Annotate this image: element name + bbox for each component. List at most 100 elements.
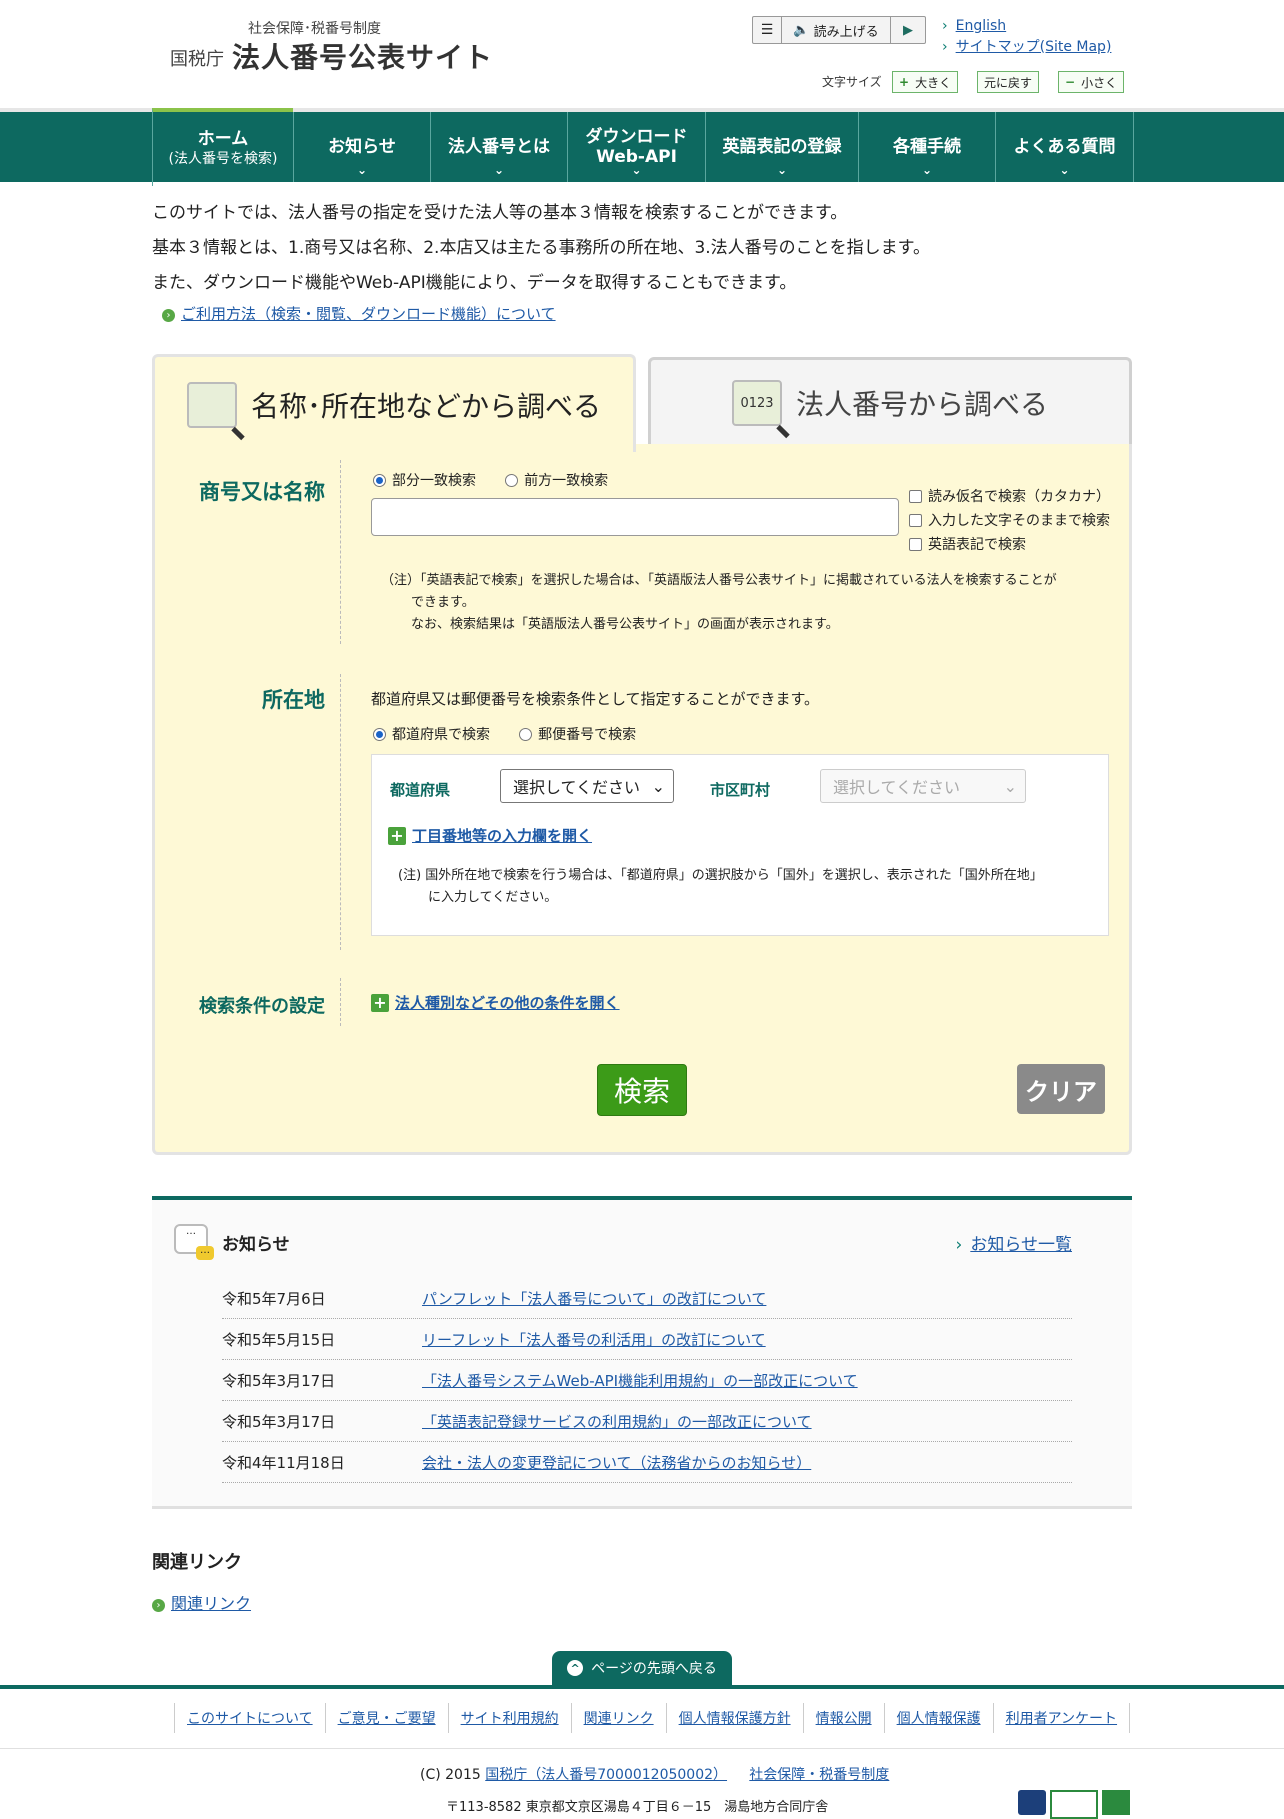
related-link-row: › 関連リンク xyxy=(152,1590,251,1614)
radio-label: 都道府県で検索 xyxy=(392,727,490,743)
radio-dot xyxy=(373,727,386,741)
prefecture-select[interactable]: 選択してください ⌄ xyxy=(500,769,674,803)
kana-checkbox[interactable]: 読み仮名で検索（カタカナ） xyxy=(909,484,1110,508)
nav-download[interactable]: ダウンロード Web-API ⌄ xyxy=(567,112,705,182)
news-link[interactable]: 「法人番号システムWeb-API機能利用規約」の一部改正について xyxy=(422,1370,858,1391)
chevron-down-icon: ⌄ xyxy=(631,163,642,177)
nav-faq[interactable]: よくある質問 ⌄ xyxy=(995,112,1134,182)
prefix-match-radio[interactable]: 前方一致検索 xyxy=(505,470,608,490)
radio-label: 前方一致検索 xyxy=(524,473,609,489)
footer-link-survey[interactable]: 利用者アンケート xyxy=(1006,1708,1117,1728)
tab-corporate-number-label: 法人番号から調べる xyxy=(795,388,1048,421)
footer-separator xyxy=(0,1748,1284,1749)
tab-name-address-label: 名称･所在地などから調べる xyxy=(250,389,601,423)
play-icon[interactable]: ▶ xyxy=(891,17,925,43)
nta-link[interactable]: 国税庁（法人番号7000012050002） xyxy=(485,1767,727,1783)
nav-english[interactable]: 英語表記の登録 ⌄ xyxy=(705,112,858,182)
menu-icon[interactable]: ☰ xyxy=(753,17,782,43)
arrow-right-icon: › xyxy=(152,1599,165,1612)
read-aloud-button[interactable]: 🔈 読み上げる xyxy=(782,17,891,43)
related-link[interactable]: 関連リンク xyxy=(171,1594,251,1613)
font-smaller-button[interactable]: − 小さく xyxy=(1058,71,1125,93)
footer-link-disclosure[interactable]: 情報公開 xyxy=(816,1708,872,1728)
site-title[interactable]: 法人番号公表サイト xyxy=(232,36,493,76)
footer-link-feedback[interactable]: ご意見・ご要望 xyxy=(338,1708,436,1728)
tab-corporate-number[interactable]: 0123 法人番号から調べる xyxy=(648,357,1132,446)
radio-dot xyxy=(505,473,519,487)
clear-button[interactable]: クリア xyxy=(1017,1064,1105,1114)
footer-link-related[interactable]: 関連リンク xyxy=(584,1708,654,1728)
news-list: 令和5年7月6日 パンフレット「法人番号について」の改訂について 令和5年5月15… xyxy=(222,1278,1072,1483)
section-divider xyxy=(340,978,341,1026)
news-link[interactable]: 「英語表記登録サービスの利用規約」の一部改正について xyxy=(422,1411,812,1432)
news-link[interactable]: リーフレット「法人番号の利活用」の改訂について xyxy=(422,1329,766,1350)
exact-text-checkbox[interactable]: 入力した文字そのままで検索 xyxy=(909,508,1110,532)
partial-match-radio[interactable]: 部分一致検索 xyxy=(373,470,476,490)
checkbox-label: 読み仮名で検索（カタカナ） xyxy=(928,489,1110,505)
english-link[interactable]: English xyxy=(956,18,1007,34)
font-reset-label: 元に戻す xyxy=(984,75,1033,90)
nav-english-label: 英語表記の登録 xyxy=(722,137,842,157)
city-select[interactable]: 選択してください ⌄ xyxy=(820,769,1026,803)
usage-link[interactable]: ご利用方法（検索・閲覧、ダウンロード機能）について xyxy=(181,305,556,323)
name-note: （注）「英語表記で検索」を選択した場合は、「英語版法人番号公表サイト」に掲載され… xyxy=(381,570,1101,636)
footer-link-about[interactable]: このサイトについて xyxy=(187,1708,313,1728)
checkbox-box xyxy=(909,537,922,551)
news-all-link[interactable]: お知らせ一覧 xyxy=(956,1230,1072,1255)
checkbox-box xyxy=(909,513,922,527)
nav-news[interactable]: お知らせ ⌄ xyxy=(293,112,430,182)
address-box: 都道府県 選択してください ⌄ 市区町村 選択してください ⌄ + 丁目番地等の入力欄… xyxy=(371,754,1109,936)
news-link[interactable]: パンフレット「法人番号について」の改訂について xyxy=(422,1288,766,1309)
footer-link-privacy-policy[interactable]: 個人情報保護方針 xyxy=(679,1708,791,1728)
chome-toggle[interactable]: + 丁目番地等の入力欄を開く xyxy=(388,825,592,846)
search-tabs: 名称･所在地などから調べる 0123 法人番号から調べる xyxy=(152,354,1132,452)
prefecture-select-value: 選択してください xyxy=(513,778,641,797)
footer-link-terms[interactable]: サイト利用規約 xyxy=(461,1708,559,1728)
font-larger-button[interactable]: + 大きく xyxy=(892,71,959,93)
search-button[interactable]: 検索 xyxy=(597,1064,687,1116)
nav-faq-label: よくある質問 xyxy=(1013,137,1116,157)
font-reset-button[interactable]: 元に戻す xyxy=(977,71,1040,93)
conditions-link[interactable]: 法人種別などその他の条件を開く xyxy=(395,992,620,1013)
name-section-label: 商号又は名称 xyxy=(199,480,325,504)
tab-name-address[interactable]: 名称･所在地などから調べる xyxy=(152,354,636,452)
footer-link-privacy[interactable]: 個人情報保護 xyxy=(897,1708,981,1728)
prefecture-label: 都道府県 xyxy=(390,781,451,799)
conditions-toggle[interactable]: + 法人種別などその他の条件を開く xyxy=(371,992,620,1013)
search-panel: 商号又は名称 部分一致検索 前方一致検索 読み仮名で検索（カタカナ） 入力した文… xyxy=(152,444,1132,1155)
address-note: (注) 国外所在地で検索を行う場合は、「都道府県」の選択肢から「国外」を選択し、… xyxy=(398,865,1098,909)
chome-link[interactable]: 丁目番地等の入力欄を開く xyxy=(412,825,592,846)
news-item: 令和5年3月17日 「英語表記登録サービスの利用規約」の一部改正について xyxy=(222,1401,1072,1442)
mynumber-link[interactable]: 社会保障・税番号制度 xyxy=(749,1767,889,1783)
nav-procedures[interactable]: 各種手続 ⌄ xyxy=(858,112,995,182)
english-checkbox[interactable]: 英語表記で検索 xyxy=(909,532,1110,556)
chevron-down-icon: ⌄ xyxy=(1003,776,1017,796)
nav-home[interactable]: ホーム (法人番号を検索) xyxy=(152,108,293,186)
postal-code-radio[interactable]: 郵便番号で検索 xyxy=(519,724,636,744)
news-link[interactable]: 会社・法人の変更登記について（法務省からのお知らせ） xyxy=(422,1452,811,1473)
magnifier-map-icon xyxy=(186,381,237,428)
page-top-button[interactable]: ^ ページの先頭へ戻る xyxy=(552,1651,732,1685)
nav-procedures-label: 各種手続 xyxy=(893,137,961,157)
copyright: (C) 2015 国税庁（法人番号7000012050002） 社会保障・税番号… xyxy=(420,1764,889,1784)
news-item: 令和5年5月15日 リーフレット「法人番号の利活用」の改訂について xyxy=(222,1319,1072,1360)
intro-line: 基本３情報とは、1.商号又は名称、2.本店又は主たる事務所の所在地、3.法人番号… xyxy=(152,238,930,258)
plus-icon: + xyxy=(899,75,910,89)
chevron-down-icon: ⌄ xyxy=(921,163,933,177)
intro-line: また、ダウンロード機能やWeb-API機能により、データを取得することもできます… xyxy=(152,273,797,293)
nav-about[interactable]: 法人番号とは ⌄ xyxy=(430,112,567,182)
city-select-value: 選択してください xyxy=(833,778,961,797)
font-larger-label: 大きく xyxy=(915,75,952,90)
sitemap-link[interactable]: サイトマップ(Site Map) xyxy=(956,39,1112,55)
logo-badge-icon xyxy=(1018,1790,1046,1815)
name-search-input[interactable] xyxy=(371,498,899,536)
agency-name: 国税庁 xyxy=(170,49,224,70)
plus-icon: + xyxy=(371,993,389,1012)
arrow-right-icon: › xyxy=(162,309,175,322)
prefecture-radio[interactable]: 都道府県で検索 xyxy=(373,724,490,744)
font-size-label: 文字サイズ xyxy=(822,75,882,89)
magnifier-number-icon: 0123 xyxy=(731,380,782,426)
related-links-title: 関連リンク xyxy=(152,1552,242,1573)
news-date: 令和5年7月6日 xyxy=(222,1289,326,1308)
global-nav: ホーム (法人番号を検索) お知らせ ⌄ 法人番号とは ⌄ ダウンロード Web… xyxy=(0,108,1284,186)
